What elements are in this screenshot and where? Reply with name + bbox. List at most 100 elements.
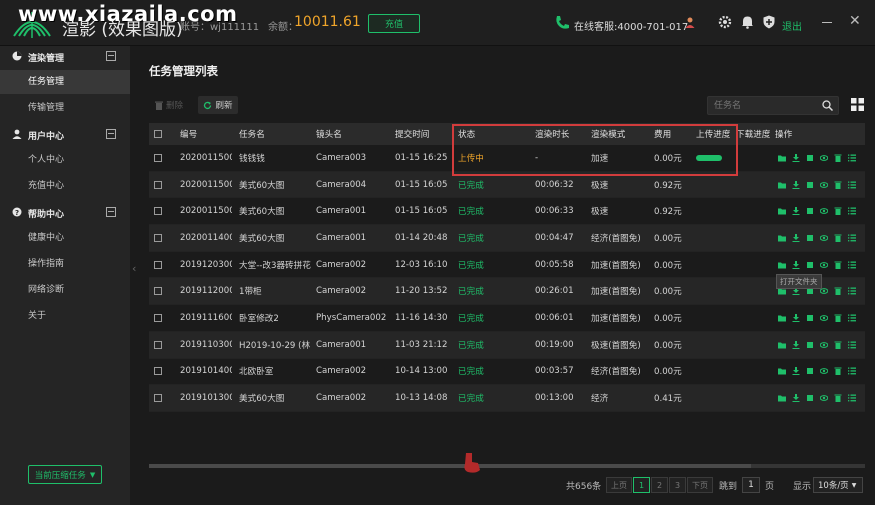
details-icon[interactable] — [848, 287, 856, 295]
refresh-button[interactable]: 刷新 — [198, 96, 238, 114]
sidebar-group-user[interactable]: 用户中心 — [0, 124, 130, 146]
stop-icon[interactable] — [806, 394, 814, 402]
window-minimize-button[interactable] — [822, 22, 832, 23]
delete-icon[interactable] — [834, 234, 842, 242]
delete-icon[interactable] — [834, 154, 842, 162]
row-checkbox[interactable] — [154, 385, 162, 411]
row-checkbox[interactable] — [154, 305, 162, 331]
table-row[interactable]: 20200114001 美式60大图 Camera001 01-14 20:48 已完成… — [149, 225, 865, 252]
folder-icon[interactable] — [778, 154, 786, 162]
header-render-duration[interactable]: 渲染时长 — [535, 123, 569, 145]
stop-icon[interactable] — [806, 234, 814, 242]
sidebar-item-about[interactable]: 关于 — [0, 304, 130, 328]
preview-icon[interactable] — [820, 207, 828, 215]
download-icon[interactable] — [792, 313, 800, 322]
header-camera[interactable]: 镜头名 — [316, 123, 342, 145]
sidebar-item-personal-center[interactable]: 个人中心 — [0, 148, 130, 172]
delete-icon[interactable] — [834, 181, 842, 189]
table-row[interactable]: 20191120001 1带柜 Camera002 11-20 13:52 已完成 00:… — [149, 278, 865, 306]
preview-icon[interactable] — [820, 181, 828, 189]
details-icon[interactable] — [848, 314, 856, 322]
delete-icon[interactable] — [834, 394, 842, 403]
download-icon[interactable] — [792, 367, 800, 376]
folder-icon[interactable] — [778, 341, 786, 349]
current-compress-tasks-button[interactable]: 当前压缩任务 ▼ — [28, 465, 102, 484]
details-icon[interactable] — [848, 367, 856, 375]
download-icon[interactable] — [792, 340, 800, 349]
header-status[interactable]: 状态 — [458, 123, 475, 145]
table-row[interactable]: 20200115004 美式60大图 Camera001 01-15 16:05 已完成… — [149, 198, 865, 226]
details-icon[interactable] — [848, 207, 856, 215]
user-avatar-icon[interactable] — [685, 17, 695, 28]
row-checkbox[interactable] — [154, 225, 162, 251]
logout-link[interactable]: 退出 — [782, 18, 802, 33]
row-checkbox[interactable] — [154, 252, 162, 278]
table-row[interactable]: 20200115005 美式60大图 Camera004 01-15 16:05 已完成… — [149, 171, 865, 199]
sidebar-item-network-diagnosis[interactable]: 网络诊断 — [0, 278, 130, 302]
gear-icon[interactable] — [718, 15, 732, 29]
download-icon[interactable] — [792, 260, 800, 269]
download-icon[interactable] — [792, 153, 800, 162]
stop-icon[interactable] — [806, 261, 814, 269]
details-icon[interactable] — [848, 154, 856, 162]
page-2-button[interactable]: 2 — [651, 477, 668, 493]
header-upload-progress[interactable]: 上传进度 — [696, 123, 730, 145]
collapse-icon[interactable] — [106, 129, 116, 139]
folder-icon[interactable] — [778, 207, 786, 215]
sidebar-item-recharge-center[interactable]: 充值中心 — [0, 174, 130, 198]
header-id[interactable]: 编号 — [180, 123, 197, 145]
header-render-mode[interactable]: 渲染模式 — [591, 123, 625, 145]
header-download-progress[interactable]: 下载进度 — [736, 123, 770, 145]
sidebar-item-operation-guide[interactable]: 操作指南 — [0, 252, 130, 276]
download-icon[interactable] — [792, 207, 800, 216]
details-icon[interactable] — [848, 261, 856, 269]
scrollbar-thumb[interactable] — [149, 464, 751, 468]
row-checkbox[interactable] — [154, 198, 162, 224]
page-1-button[interactable]: 1 — [633, 477, 650, 493]
table-row[interactable]: 20191014001 北欧卧室 Camera002 10-14 13:00 已完成 00… — [149, 358, 865, 386]
preview-icon[interactable] — [820, 154, 828, 162]
collapse-icon[interactable] — [106, 51, 116, 61]
shield-icon[interactable] — [763, 15, 775, 29]
table-row[interactable]: 20191203001 大堂--改3器砖拼花 Camera002 12-03 16:1… — [149, 251, 865, 279]
stop-icon[interactable] — [806, 341, 814, 349]
customer-service-hotline[interactable]: 在线客服:4000-701-017 — [574, 18, 688, 33]
delete-icon[interactable] — [834, 341, 842, 349]
row-checkbox[interactable] — [154, 359, 162, 385]
details-icon[interactable] — [848, 234, 856, 242]
horizontal-scrollbar[interactable] — [149, 464, 865, 468]
stop-icon[interactable] — [806, 367, 814, 375]
search-input[interactable] — [714, 99, 814, 112]
folder-icon[interactable] — [778, 234, 786, 242]
delete-icon[interactable] — [834, 314, 842, 322]
stop-icon[interactable] — [806, 154, 814, 162]
table-row[interactable]: 20191103001 H2019-10-29 (林 Camera001 11-03 … — [149, 331, 865, 359]
search-icon[interactable] — [822, 100, 833, 111]
sidebar-item-health-center[interactable]: 健康中心 — [0, 226, 130, 250]
delete-icon[interactable] — [834, 287, 842, 296]
table-row[interactable]: 20191013009 美式60大图 Camera002 10-13 14:08 已完成… — [149, 385, 865, 412]
row-checkbox[interactable] — [154, 332, 162, 358]
delete-icon[interactable] — [834, 207, 842, 216]
select-all-checkbox[interactable] — [154, 123, 162, 145]
preview-icon[interactable] — [820, 314, 828, 322]
preview-icon[interactable] — [820, 394, 828, 402]
prev-page-button[interactable]: 上页 — [606, 477, 632, 493]
recharge-button[interactable]: 充值 — [368, 14, 420, 33]
sidebar-group-help[interactable]: ? 帮助中心 — [0, 202, 130, 224]
sidebar-group-render[interactable]: 渲染管理 — [0, 46, 130, 68]
bell-icon[interactable] — [741, 15, 754, 29]
details-icon[interactable] — [848, 394, 856, 402]
row-checkbox[interactable] — [154, 278, 162, 304]
sidebar-item-task-management[interactable]: 任务管理 — [0, 70, 130, 94]
download-icon[interactable] — [792, 394, 800, 403]
collapse-icon[interactable] — [106, 207, 116, 217]
jump-page-input[interactable] — [742, 477, 760, 493]
header-fee[interactable]: 费用 — [654, 123, 671, 145]
folder-icon[interactable] — [778, 261, 786, 269]
sidebar-collapse-arrow-icon[interactable]: ‹ — [132, 262, 136, 275]
window-close-button[interactable]: ✕ — [849, 14, 861, 28]
table-row[interactable]: 20200115000 钱钱钱 Camera003 01-15 16:25 上传中 - 加速… — [149, 145, 865, 172]
preview-icon[interactable] — [820, 341, 828, 349]
download-icon[interactable] — [792, 180, 800, 189]
